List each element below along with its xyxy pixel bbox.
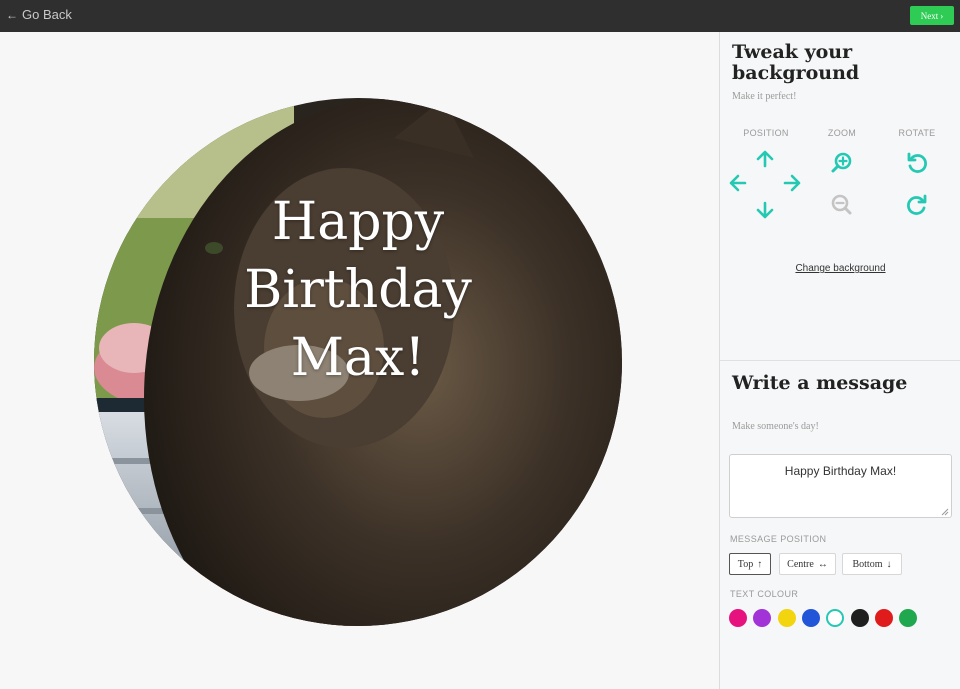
colour-swatch[interactable] — [826, 609, 845, 627]
arrow-up-icon — [756, 150, 774, 168]
position-bottom-button[interactable]: Bottom ↓ — [842, 553, 902, 575]
position-top-button[interactable]: Top ↑ — [729, 553, 771, 575]
move-down-button[interactable] — [752, 197, 778, 223]
position-centre-label: Centre — [787, 558, 814, 570]
message-input[interactable] — [729, 454, 952, 518]
zoom-out-button[interactable] — [829, 192, 855, 218]
section-divider — [720, 360, 960, 361]
position-controls-label: POSITION — [743, 128, 789, 138]
colour-swatch[interactable] — [874, 609, 893, 627]
resize-grip-icon[interactable] — [941, 508, 949, 516]
rotate-left-button[interactable] — [904, 150, 930, 176]
colour-swatch[interactable] — [729, 609, 747, 627]
next-label: Next — [920, 10, 939, 21]
chevron-right-icon: › — [940, 10, 944, 21]
card-message-text[interactable]: Happy Birthday Max! — [94, 188, 622, 392]
move-right-button[interactable] — [779, 170, 805, 196]
zoom-in-button[interactable] — [829, 150, 855, 176]
colour-swatch[interactable] — [850, 609, 869, 627]
zoom-controls-label: ZOOM — [827, 128, 857, 138]
arrow-left-right-icon: ↔ — [817, 558, 828, 570]
message-section-subtitle: Make someone's day! — [732, 421, 819, 432]
message-position-label: MESSAGE POSITION — [730, 534, 827, 544]
rotate-ccw-icon — [907, 152, 927, 173]
arrow-down-icon — [756, 201, 774, 219]
card-canvas: Happy Birthday Max! — [0, 32, 720, 689]
message-section-title: Write a message — [732, 372, 908, 394]
colour-swatch[interactable] — [777, 609, 796, 627]
colour-swatch[interactable] — [801, 609, 820, 627]
move-left-button[interactable] — [725, 170, 751, 196]
rotate-right-button[interactable] — [904, 192, 930, 218]
position-top-label: Top — [737, 558, 754, 570]
arrow-left-icon — [729, 174, 747, 192]
position-centre-button[interactable]: Centre ↔ — [779, 553, 836, 575]
position-bottom-label: Bottom — [852, 558, 883, 570]
text-colour-label: TEXT COLOUR — [730, 589, 799, 599]
top-bar: ← Go Back Next › — [0, 0, 960, 32]
go-back-link[interactable]: ← Go Back — [6, 7, 72, 22]
go-back-label: Go Back — [22, 7, 72, 22]
editor-panel: Tweak your background Make it perfect! P… — [719, 32, 960, 689]
rotate-cw-icon — [907, 194, 927, 215]
background-photo[interactable]: Happy Birthday Max! — [94, 98, 622, 626]
change-background-link[interactable]: Change background — [720, 263, 960, 274]
move-up-button[interactable] — [752, 146, 778, 172]
background-section-title: Tweak your background — [732, 41, 860, 84]
rotate-controls-label: ROTATE — [898, 128, 936, 138]
zoom-out-icon — [831, 194, 852, 215]
arrow-left-icon: ← — [6, 7, 18, 22]
arrow-down-icon: ↓ — [886, 558, 892, 570]
colour-swatch[interactable] — [899, 609, 918, 627]
background-section-subtitle: Make it perfect! — [732, 91, 797, 102]
zoom-in-icon — [831, 152, 852, 173]
arrow-right-icon — [783, 174, 801, 192]
colour-swatch[interactable] — [753, 609, 772, 627]
arrow-up-icon: ↑ — [757, 558, 763, 570]
next-button[interactable]: Next › — [910, 6, 954, 25]
